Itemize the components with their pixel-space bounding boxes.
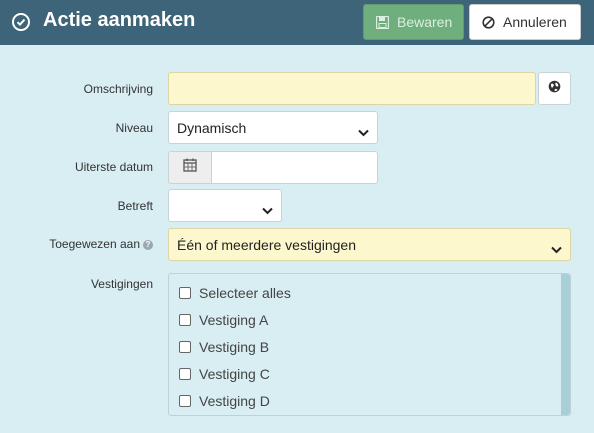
save-button[interactable]: Bewaren	[363, 4, 464, 40]
save-button-label: Bewaren	[397, 14, 453, 30]
toegewezen-aan-label: Toegewezen aan?	[8, 237, 153, 251]
uiterste-datum-label: Uiterste datum	[74, 160, 153, 174]
help-icon[interactable]: ?	[143, 240, 153, 250]
niveau-value: Dynamisch	[177, 119, 247, 136]
calendar-icon	[183, 158, 197, 177]
check-circle-icon	[12, 13, 30, 31]
floppy-disk-icon	[376, 15, 389, 29]
toegewezen-aan-label-text: Toegewezen aan	[49, 237, 140, 251]
checkbox[interactable]	[179, 314, 191, 326]
niveau-label: Niveau	[115, 121, 153, 135]
list-item-vestiging-a[interactable]: Vestiging A	[179, 310, 268, 330]
globe-icon	[548, 80, 561, 98]
chevron-down-icon	[262, 202, 273, 218]
betreft-label: Betreft	[117, 199, 153, 213]
omschrijving-input[interactable]	[168, 72, 536, 105]
list-item-vestiging-b[interactable]: Vestiging B	[179, 337, 269, 357]
page-title: Actie aanmaken	[43, 9, 196, 31]
chevron-down-icon	[358, 124, 369, 140]
page-header: Actie aanmaken Bewaren Annuleren	[0, 0, 594, 45]
uiterste-datum-input[interactable]	[211, 151, 378, 184]
vestigingen-checkbox-list: Selecteer alles Vestiging A Vestiging B …	[168, 273, 571, 416]
checkbox[interactable]	[179, 395, 191, 407]
checkbox[interactable]	[179, 341, 191, 353]
list-item-select-all[interactable]: Selecteer alles	[179, 283, 291, 303]
list-item-vestiging-d[interactable]: Vestiging D	[179, 391, 270, 411]
checkbox-label: Vestiging C	[199, 366, 270, 382]
checkbox-label: Selecteer alles	[199, 285, 291, 301]
checkbox-label: Vestiging A	[199, 312, 269, 328]
vestigingen-label: Vestigingen	[90, 277, 153, 291]
cancel-button[interactable]: Annuleren	[469, 4, 581, 40]
checkbox[interactable]	[179, 368, 191, 380]
checkbox-label: Vestiging D	[199, 393, 270, 409]
toegewezen-aan-value: Één of meerdere vestigingen	[177, 236, 356, 253]
translate-button[interactable]	[538, 72, 571, 105]
niveau-select[interactable]: Dynamisch	[168, 111, 378, 144]
omschrijving-label: Omschrijving	[83, 82, 153, 96]
checkbox-label: Vestiging B	[199, 339, 270, 355]
list-item-vestiging-c[interactable]: Vestiging C	[179, 364, 270, 384]
chevron-down-icon	[551, 241, 562, 257]
ban-icon	[482, 15, 495, 29]
cancel-button-label: Annuleren	[503, 14, 567, 30]
toegewezen-aan-select[interactable]: Één of meerdere vestigingen	[168, 228, 571, 261]
datepicker-button[interactable]	[168, 151, 212, 184]
checkbox[interactable]	[179, 287, 191, 299]
scrollbar[interactable]	[561, 274, 570, 415]
betreft-select[interactable]	[168, 189, 282, 222]
